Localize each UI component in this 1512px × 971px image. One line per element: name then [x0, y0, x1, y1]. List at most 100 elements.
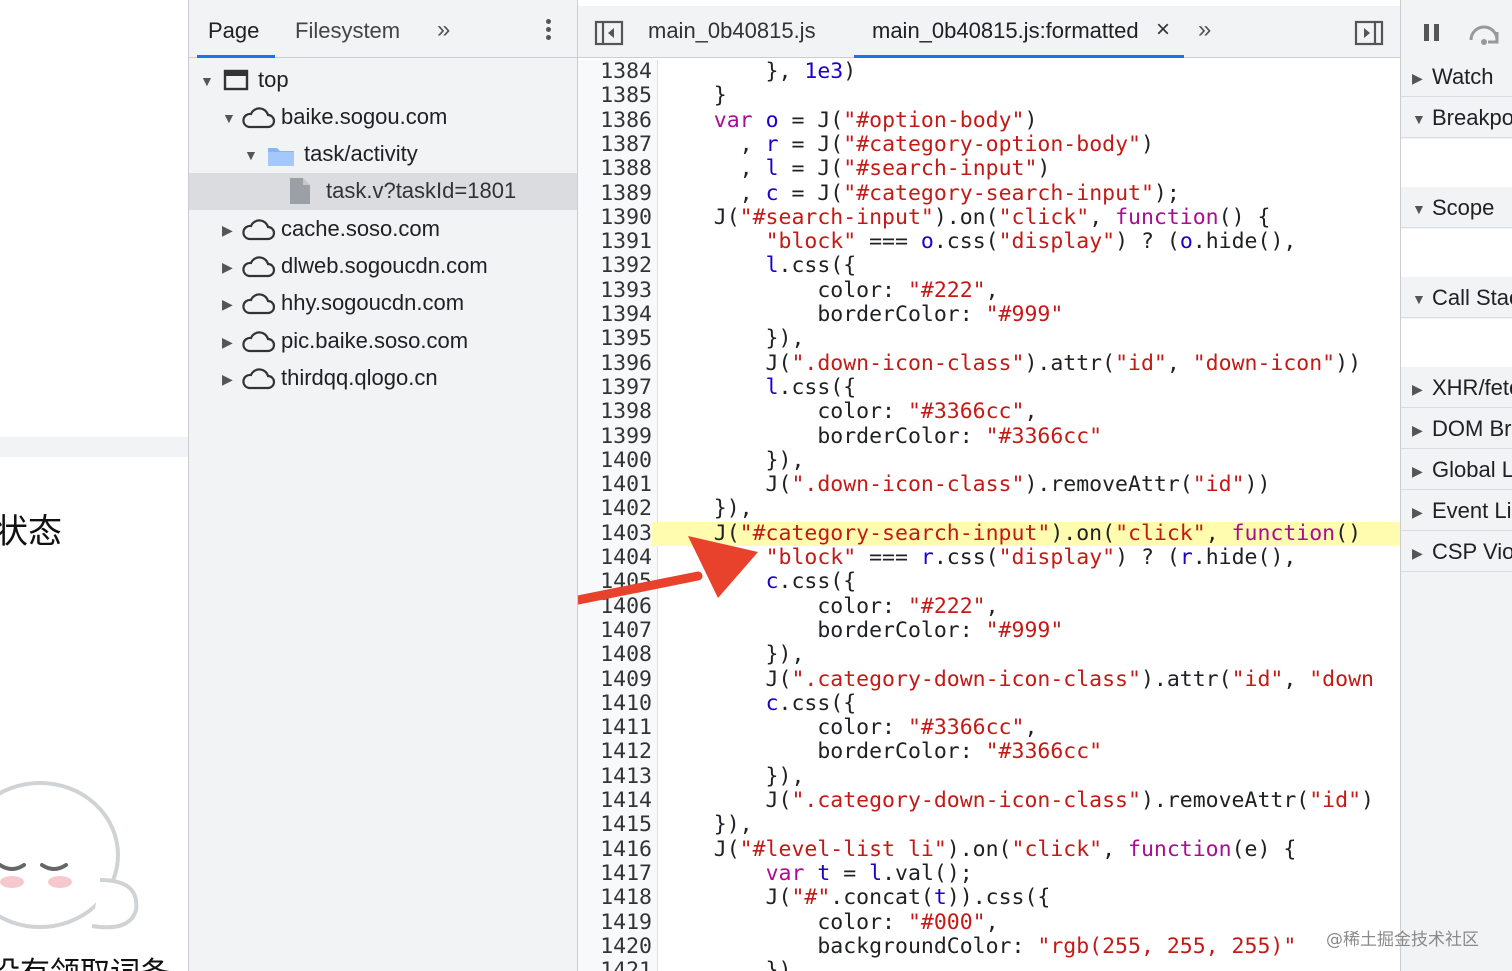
- line-number[interactable]: 1392: [578, 254, 652, 279]
- code-line[interactable]: 1404 "block" === r.css("display") ? (r.h…: [578, 545, 1400, 570]
- line-number[interactable]: 1410: [578, 691, 652, 716]
- step-over-icon[interactable]: [1467, 24, 1503, 46]
- code-view[interactable]: 1384 }, 1e3) 1385 } 1386 var o = J("#optio…: [578, 59, 1400, 971]
- tree-item-domain[interactable]: ▶ hhy.sogoucdn.com: [189, 285, 577, 322]
- tab-filesystem[interactable]: Filesystem: [295, 18, 400, 44]
- pane-header-xhr-fetch-breakpoints[interactable]: ▶ XHR/fetch Breakpoints: [1401, 368, 1512, 408]
- expanded-arrow-icon[interactable]: ▼: [1412, 201, 1426, 217]
- line-number[interactable]: 1406: [578, 594, 652, 619]
- code-line[interactable]: 1386 var o = J("#option-body"): [578, 108, 1400, 133]
- collapsed-arrow-icon[interactable]: ▶: [1412, 463, 1423, 480]
- code-line[interactable]: 1403 J("#category-search-input").on("cli…: [578, 521, 1400, 546]
- code-line[interactable]: 1402 }),: [578, 497, 1400, 522]
- tree-item-domain[interactable]: ▶ thirdqq.qlogo.cn: [189, 360, 577, 397]
- pane-header-call-stack[interactable]: ▼ Call Stack: [1401, 278, 1512, 318]
- line-number[interactable]: 1419: [578, 910, 652, 935]
- line-number[interactable]: 1393: [578, 278, 652, 303]
- line-number[interactable]: 1411: [578, 715, 652, 740]
- line-number[interactable]: 1421: [578, 958, 652, 971]
- code-line[interactable]: 1389 , c = J("#category-search-input");: [578, 181, 1400, 206]
- collapsed-arrow-icon[interactable]: ▶: [1412, 422, 1423, 439]
- collapsed-arrow-icon[interactable]: ▶: [222, 334, 233, 351]
- line-number[interactable]: 1399: [578, 424, 652, 449]
- pane-header-global-listeners[interactable]: ▶ Global Listeners: [1401, 450, 1512, 490]
- tree-item-file[interactable]: task.v?taskId=1801: [189, 173, 577, 210]
- line-number[interactable]: 1395: [578, 326, 652, 351]
- line-number[interactable]: 1402: [578, 497, 652, 522]
- tree-item-domain[interactable]: ▶ cache.soso.com: [189, 211, 577, 248]
- line-number[interactable]: 1389: [578, 181, 652, 206]
- code-line[interactable]: 1385 }: [578, 83, 1400, 108]
- code-line[interactable]: 1416 J("#level-list li").on("click", fun…: [578, 837, 1400, 862]
- line-number[interactable]: 1387: [578, 132, 652, 157]
- code-line[interactable]: 1399 borderColor: "#3366cc": [578, 424, 1400, 449]
- code-line[interactable]: 1384 }, 1e3): [578, 59, 1400, 84]
- code-line[interactable]: 1409 J(".category-down-icon-class").attr…: [578, 667, 1400, 692]
- double-chevron-right-icon[interactable]: »: [1198, 16, 1211, 44]
- line-number[interactable]: 1398: [578, 399, 652, 424]
- line-number[interactable]: 1418: [578, 885, 652, 910]
- toggle-debugger-icon[interactable]: [1354, 20, 1384, 46]
- line-number[interactable]: 1391: [578, 229, 652, 254]
- tree-item-domain[interactable]: ▶ pic.baike.soso.com: [189, 323, 577, 360]
- code-line[interactable]: 1415 }),: [578, 812, 1400, 837]
- line-number[interactable]: 1404: [578, 545, 652, 570]
- code-line[interactable]: 1390 J("#search-input").on("click", func…: [578, 205, 1400, 230]
- close-icon[interactable]: ×: [1156, 16, 1170, 44]
- tab-main-js[interactable]: main_0b40815.js: [648, 18, 816, 44]
- collapsed-arrow-icon[interactable]: ▶: [1412, 545, 1423, 562]
- pane-header-dom-breakpoints[interactable]: ▶ DOM Breakpoints: [1401, 409, 1512, 449]
- line-number[interactable]: 1394: [578, 302, 652, 327]
- line-number[interactable]: 1414: [578, 788, 652, 813]
- collapsed-arrow-icon[interactable]: ▶: [222, 296, 233, 313]
- line-number[interactable]: 1384: [578, 59, 652, 84]
- line-number[interactable]: 1415: [578, 812, 652, 837]
- collapsed-arrow-icon[interactable]: ▶: [222, 371, 233, 388]
- collapsed-arrow-icon[interactable]: ▶: [222, 259, 233, 276]
- line-number[interactable]: 1405: [578, 569, 652, 594]
- line-number[interactable]: 1408: [578, 642, 652, 667]
- line-number[interactable]: 1401: [578, 472, 652, 497]
- code-line[interactable]: 1412 borderColor: "#3366cc": [578, 740, 1400, 765]
- kebab-menu-icon[interactable]: [541, 16, 555, 46]
- line-number[interactable]: 1386: [578, 108, 652, 133]
- line-number[interactable]: 1416: [578, 837, 652, 862]
- code-line[interactable]: 1394 borderColor: "#999": [578, 302, 1400, 327]
- pane-header-watch[interactable]: ▶ Watch: [1401, 57, 1512, 97]
- code-line[interactable]: 1421 }): [578, 958, 1400, 971]
- toggle-navigator-icon[interactable]: [594, 20, 624, 46]
- code-line[interactable]: 1417 var t = l.val();: [578, 861, 1400, 886]
- line-number[interactable]: 1388: [578, 156, 652, 181]
- expanded-arrow-icon[interactable]: ▼: [244, 147, 258, 163]
- line-number[interactable]: 1420: [578, 934, 652, 959]
- tab-main-js-formatted[interactable]: main_0b40815.js:formatted: [872, 18, 1139, 44]
- code-line[interactable]: 1395 }),: [578, 326, 1400, 351]
- code-line[interactable]: 1400 }),: [578, 448, 1400, 473]
- collapsed-arrow-icon[interactable]: ▶: [1412, 70, 1423, 87]
- line-number[interactable]: 1403: [578, 521, 652, 546]
- tab-page[interactable]: Page: [208, 18, 259, 44]
- code-line[interactable]: 1408 }),: [578, 642, 1400, 667]
- code-line[interactable]: 1401 J(".down-icon-class").removeAttr("i…: [578, 472, 1400, 497]
- code-line[interactable]: 1420 backgroundColor: "rgb(255, 255, 255…: [578, 934, 1400, 959]
- line-number[interactable]: 1412: [578, 740, 652, 765]
- code-line[interactable]: 1407 borderColor: "#999": [578, 618, 1400, 643]
- line-number[interactable]: 1409: [578, 667, 652, 692]
- collapsed-arrow-icon[interactable]: ▶: [1412, 504, 1423, 521]
- collapsed-arrow-icon[interactable]: ▶: [1412, 381, 1423, 398]
- code-line[interactable]: 1393 color: "#222",: [578, 278, 1400, 303]
- code-line[interactable]: 1411 color: "#3366cc",: [578, 715, 1400, 740]
- line-number[interactable]: 1413: [578, 764, 652, 789]
- code-line[interactable]: 1410 c.css({: [578, 691, 1400, 716]
- line-number[interactable]: 1385: [578, 83, 652, 108]
- line-number[interactable]: 1390: [578, 205, 652, 230]
- expanded-arrow-icon[interactable]: ▼: [222, 110, 236, 126]
- code-line[interactable]: 1392 l.css({: [578, 254, 1400, 279]
- expanded-arrow-icon[interactable]: ▼: [1412, 291, 1426, 307]
- code-line[interactable]: 1398 color: "#3366cc",: [578, 399, 1400, 424]
- expanded-arrow-icon[interactable]: ▼: [1412, 111, 1426, 127]
- code-line[interactable]: 1387 , r = J("#category-option-body"): [578, 132, 1400, 157]
- tree-item-domain[interactable]: ▶ dlweb.sogoucdn.com: [189, 248, 577, 285]
- code-line[interactable]: 1418 J("#".concat(t)).css({: [578, 885, 1400, 910]
- pane-header-csp-violation-breakpoints[interactable]: ▶ CSP Violation Breakpoints: [1401, 532, 1512, 572]
